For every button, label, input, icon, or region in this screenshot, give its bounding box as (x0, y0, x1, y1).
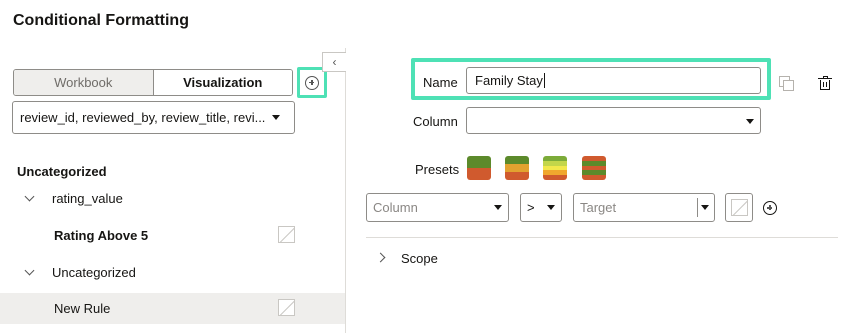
condition-column-select[interactable]: Column (366, 193, 509, 222)
page-title: Conditional Formatting (13, 12, 189, 29)
condition-target-combobox[interactable]: Target (573, 193, 715, 222)
scope-expand-toggle[interactable] (372, 248, 388, 266)
caret-down-icon (272, 115, 280, 120)
tab-workbook[interactable]: Workbook (14, 70, 154, 95)
chevron-down-icon (24, 265, 35, 275)
condition-operator-select[interactable]: > (520, 193, 562, 222)
caret-down-icon (746, 119, 754, 124)
tree-header-uncategorized: Uncategorized (0, 156, 345, 186)
condition-target-placeholder: Target (580, 200, 617, 215)
format-swatch-empty[interactable] (278, 226, 295, 243)
format-swatch-empty (730, 199, 748, 216)
text-cursor (543, 73, 545, 88)
section-divider (366, 237, 838, 238)
combobox-separator (697, 198, 698, 217)
tree-rule-label: New Rule (54, 301, 111, 316)
name-input[interactable]: Family Stay (466, 67, 761, 94)
caret-down-icon (494, 205, 502, 210)
caret-down-icon (701, 205, 709, 210)
collapse-panel-button[interactable]: ‹ (322, 52, 346, 72)
circle-plus-icon (763, 201, 777, 215)
circle-plus-icon (305, 75, 319, 90)
column-select[interactable] (466, 107, 761, 134)
preset-striped[interactable] (582, 156, 606, 180)
duplicate-rule-button[interactable] (776, 73, 796, 93)
add-condition-button[interactable] (760, 198, 780, 218)
tree-group-label: rating_value (52, 190, 123, 206)
condition-column-placeholder: Column (373, 200, 418, 215)
format-swatch-empty[interactable] (278, 299, 295, 316)
chevron-right-icon (375, 252, 385, 262)
presets-label: Presets (415, 162, 460, 177)
trash-icon (818, 75, 832, 90)
chevron-down-icon (24, 191, 35, 201)
name-label: Name (423, 75, 458, 90)
columns-select[interactable]: review_id, reviewed_by, review_title, re… (12, 101, 295, 134)
pane-divider (345, 48, 346, 333)
chevron-left-icon: ‹ (332, 55, 337, 69)
delete-rule-button[interactable] (815, 73, 835, 93)
tree-rule-rating-above-5[interactable]: Rating Above 5 (0, 220, 345, 250)
copy-icon (779, 76, 794, 91)
tab-visualization[interactable]: Visualization (153, 70, 292, 95)
tree-group-rating-value[interactable]: rating_value (0, 183, 345, 213)
tree-rule-new-rule[interactable]: New Rule (0, 293, 345, 324)
preset-green-red[interactable] (467, 156, 491, 180)
columns-select-value: review_id, reviewed_by, review_title, re… (20, 110, 266, 125)
tree-group-label: Uncategorized (52, 264, 136, 280)
caret-down-icon (547, 205, 555, 210)
tree-rule-label: Rating Above 5 (54, 227, 149, 243)
tree-header-label: Uncategorized (17, 163, 107, 179)
condition-format-button[interactable] (725, 193, 753, 222)
preset-five-band[interactable] (543, 156, 567, 180)
condition-operator-value: > (527, 200, 535, 215)
scope-segmented-control: Workbook Visualization (13, 69, 293, 96)
scope-label[interactable]: Scope (401, 251, 438, 266)
column-label: Column (413, 114, 458, 129)
tree-group-uncategorized[interactable]: Uncategorized (0, 257, 345, 287)
name-input-value: Family Stay (475, 73, 543, 88)
preset-green-orange-red[interactable] (505, 156, 529, 180)
